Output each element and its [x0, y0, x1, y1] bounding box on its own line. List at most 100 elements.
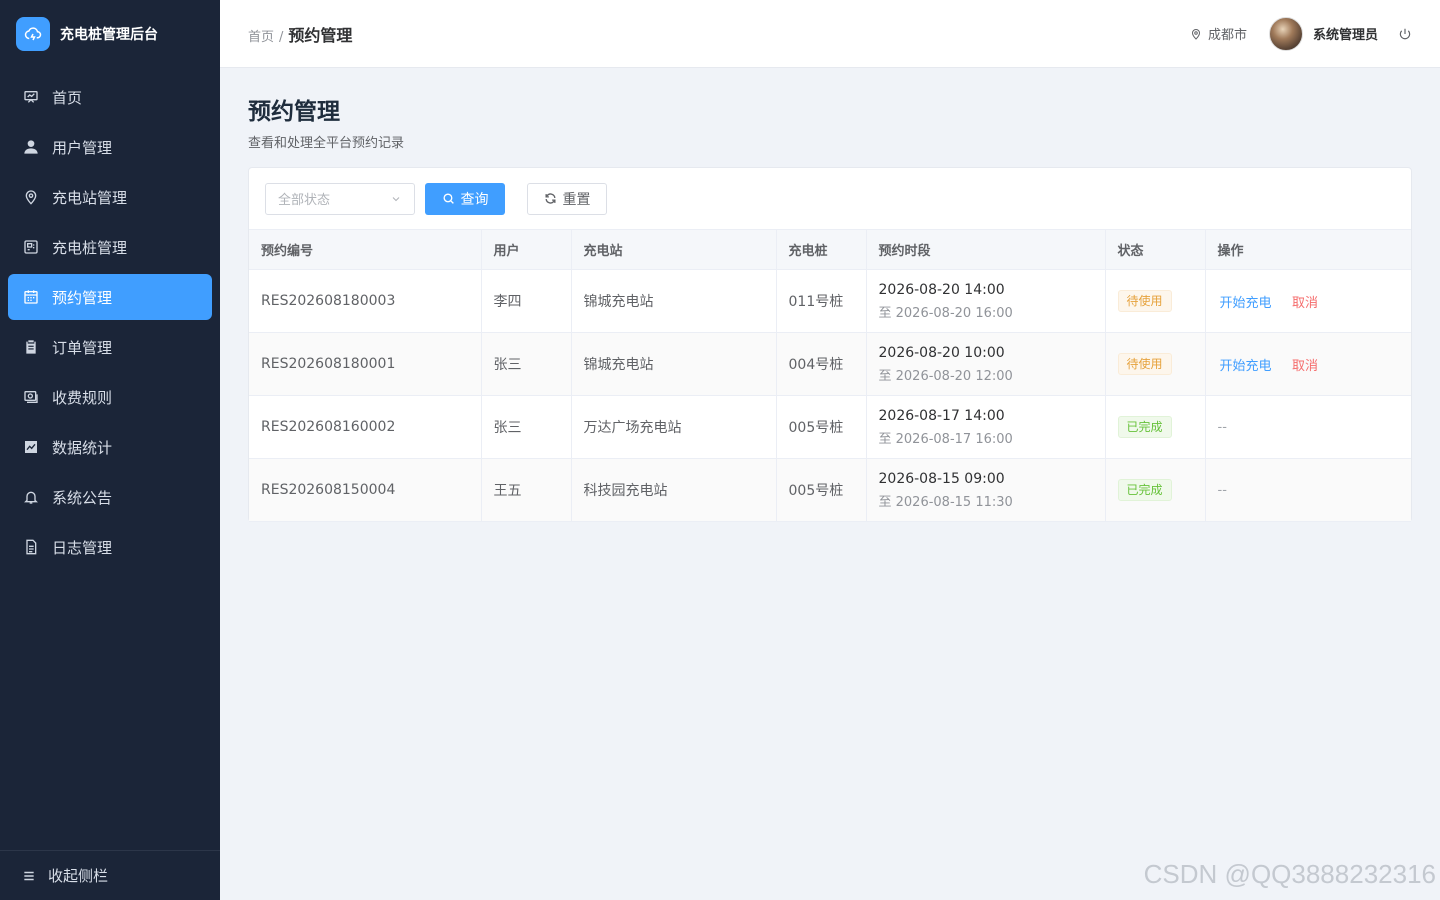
table-row[interactable]: RES202608150004 王五 科技园充电站 005号桩 2026-08-… — [249, 458, 1411, 522]
no-action: -- — [1217, 420, 1227, 435]
reservation-station: 科技园充电站 — [571, 458, 777, 522]
search-button-label: 查询 — [460, 191, 489, 208]
sidebar-item-piles[interactable]: 充电桩管理 — [8, 224, 212, 270]
sidebar-item-users[interactable]: 用户管理 — [8, 124, 212, 170]
breadcrumb-separator: / — [279, 29, 284, 45]
reset-button[interactable]: 重置 — [527, 182, 607, 215]
user-icon — [22, 138, 40, 156]
reservation-user: 李四 — [481, 269, 572, 333]
main-content: 预约管理 查看和处理全平台预约记录 全部状态 查询 重置 预约编号 用户 充电站… — [220, 68, 1440, 900]
start-charging-link[interactable]: 开始充电 — [1220, 359, 1272, 374]
search-button[interactable]: 查询 — [425, 182, 505, 215]
sidebar-item-label: 充电站管理 — [52, 188, 128, 207]
reservation-status: 待使用 — [1105, 269, 1206, 333]
sidebar-item-stations[interactable]: 充电站管理 — [8, 174, 212, 220]
column-header[interactable]: 预约时段 — [866, 229, 1106, 270]
location-text: 成都市 — [1207, 28, 1247, 43]
sidebar-item-announcements[interactable]: 系统公告 — [8, 474, 212, 520]
avatar[interactable] — [1268, 16, 1303, 51]
reservation-id: RES202608160002 — [249, 395, 482, 459]
refresh-icon — [544, 193, 556, 204]
sidebar-item-label: 收费规则 — [52, 388, 113, 407]
reservation-period: 2026-08-20 14:00 至 2026-08-20 16:00 — [866, 269, 1106, 333]
period-start: 2026-08-17 14:00 — [878, 407, 1005, 424]
sidebar-item-orders[interactable]: 订单管理 — [8, 324, 212, 370]
column-header[interactable]: 充电桩 — [776, 229, 867, 270]
cancel-link[interactable]: 取消 — [1292, 359, 1318, 374]
calendar-icon — [22, 288, 40, 306]
reservation-user: 王五 — [481, 458, 572, 522]
period-start: 2026-08-20 14:00 — [878, 281, 1005, 298]
logout-button[interactable] — [1398, 27, 1412, 41]
status-select[interactable]: 全部状态 — [265, 182, 415, 215]
sidebar: 充电桩管理后台 首页 用户管理 充电站管理 充电桩管理 预约管理 订单管理 收费… — [0, 0, 220, 900]
sidebar-item-logs[interactable]: 日志管理 — [8, 524, 212, 570]
period-end: 至 2026-08-20 16:00 — [878, 305, 1013, 321]
reservation-id: RES202608150004 — [249, 458, 482, 522]
collapse-label: 收起侧栏 — [48, 867, 109, 885]
bell-icon — [22, 488, 40, 506]
reservation-pile: 005号桩 — [776, 458, 867, 522]
location-icon — [22, 188, 40, 206]
sidebar-item-label: 首页 — [52, 88, 83, 107]
reservation-status: 待使用 — [1105, 332, 1206, 396]
status-badge: 已完成 — [1117, 479, 1172, 501]
reservation-period: 2026-08-15 09:00 至 2026-08-15 11:30 — [866, 458, 1106, 522]
app-logo[interactable]: 充电桩管理后台 — [0, 0, 220, 68]
table-row[interactable]: RES202608180003 李四 锦城充电站 011号桩 2026-08-2… — [249, 269, 1411, 333]
reservation-status: 已完成 — [1105, 395, 1206, 459]
chart-icon — [22, 438, 40, 456]
reset-button-label: 重置 — [562, 191, 591, 208]
table-row[interactable]: RES202608180001 张三 锦城充电站 004号桩 2026-08-2… — [249, 332, 1411, 396]
column-header[interactable]: 充电站 — [571, 229, 777, 270]
header-right: 成都市 系统管理员 — [1190, 16, 1412, 51]
table-header-row: 预约编号 用户 充电站 充电桩 预约时段 状态 操作 — [249, 229, 1411, 270]
period-end: 至 2026-08-15 11:30 — [878, 494, 1013, 510]
top-header: 首页 / 预约管理 成都市 系统管理员 — [220, 0, 1440, 68]
sidebar-item-billing[interactable]: 收费规则 — [8, 374, 212, 420]
page-subtitle: 查看和处理全平台预约记录 — [248, 136, 405, 151]
period-end: 至 2026-08-20 12:00 — [878, 368, 1013, 384]
status-badge: 待使用 — [1117, 290, 1172, 312]
reservation-station: 锦城充电站 — [571, 269, 777, 333]
sidebar-item-statistics[interactable]: 数据统计 — [8, 424, 212, 470]
location-display: 成都市 — [1190, 24, 1247, 43]
reservation-status: 已完成 — [1105, 458, 1206, 522]
column-header[interactable]: 用户 — [481, 229, 572, 270]
period-end: 至 2026-08-17 16:00 — [878, 431, 1013, 447]
sidebar-item-label: 日志管理 — [52, 538, 113, 557]
sidebar-item-reservations[interactable]: 预约管理 — [8, 274, 212, 320]
sidebar-menu: 首页 用户管理 充电站管理 充电桩管理 预约管理 订单管理 收费规则 数据统计 — [0, 68, 220, 570]
status-badge: 已完成 — [1117, 416, 1172, 438]
app-title: 充电桩管理后台 — [60, 27, 158, 43]
column-header[interactable]: 操作 — [1205, 229, 1411, 270]
sidebar-item-label: 预约管理 — [52, 288, 113, 307]
status-select-placeholder: 全部状态 — [278, 193, 331, 208]
column-header[interactable]: 预约编号 — [249, 229, 482, 270]
breadcrumb: 首页 / 预约管理 — [248, 22, 352, 46]
reservation-card: 全部状态 查询 重置 预约编号 用户 充电站 充电桩 预约时段 状态 操作 RE… — [248, 167, 1412, 522]
table-row[interactable]: RES202608160002 张三 万达广场充电站 005号桩 2026-08… — [249, 395, 1411, 459]
search-icon — [442, 193, 454, 204]
period-start: 2026-08-15 09:00 — [878, 470, 1005, 487]
column-header[interactable]: 状态 — [1105, 229, 1206, 270]
collapse-sidebar-button[interactable]: 收起侧栏 — [0, 850, 220, 900]
breadcrumb-home[interactable]: 首页 — [248, 26, 274, 45]
sidebar-item-label: 订单管理 — [52, 338, 113, 357]
reservation-id: RES202608180003 — [249, 269, 482, 333]
start-charging-link[interactable]: 开始充电 — [1220, 296, 1272, 311]
username[interactable]: 系统管理员 — [1313, 24, 1378, 43]
sidebar-item-label: 用户管理 — [52, 138, 113, 157]
status-badge: 待使用 — [1117, 353, 1172, 375]
sidebar-item-label: 充电桩管理 — [52, 238, 128, 257]
dashboard-icon — [22, 88, 40, 106]
reservation-actions: 开始充电 取消 — [1205, 332, 1411, 396]
charger-icon — [22, 238, 40, 256]
sidebar-item-home[interactable]: 首页 — [8, 74, 212, 120]
power-icon — [1399, 28, 1411, 39]
sidebar-item-label: 数据统计 — [52, 438, 113, 457]
document-icon — [22, 538, 40, 556]
sidebar-item-label: 系统公告 — [52, 488, 113, 507]
reservation-table: 预约编号 用户 充电站 充电桩 预约时段 状态 操作 RES2026081800… — [249, 229, 1411, 522]
cancel-link[interactable]: 取消 — [1292, 296, 1318, 311]
